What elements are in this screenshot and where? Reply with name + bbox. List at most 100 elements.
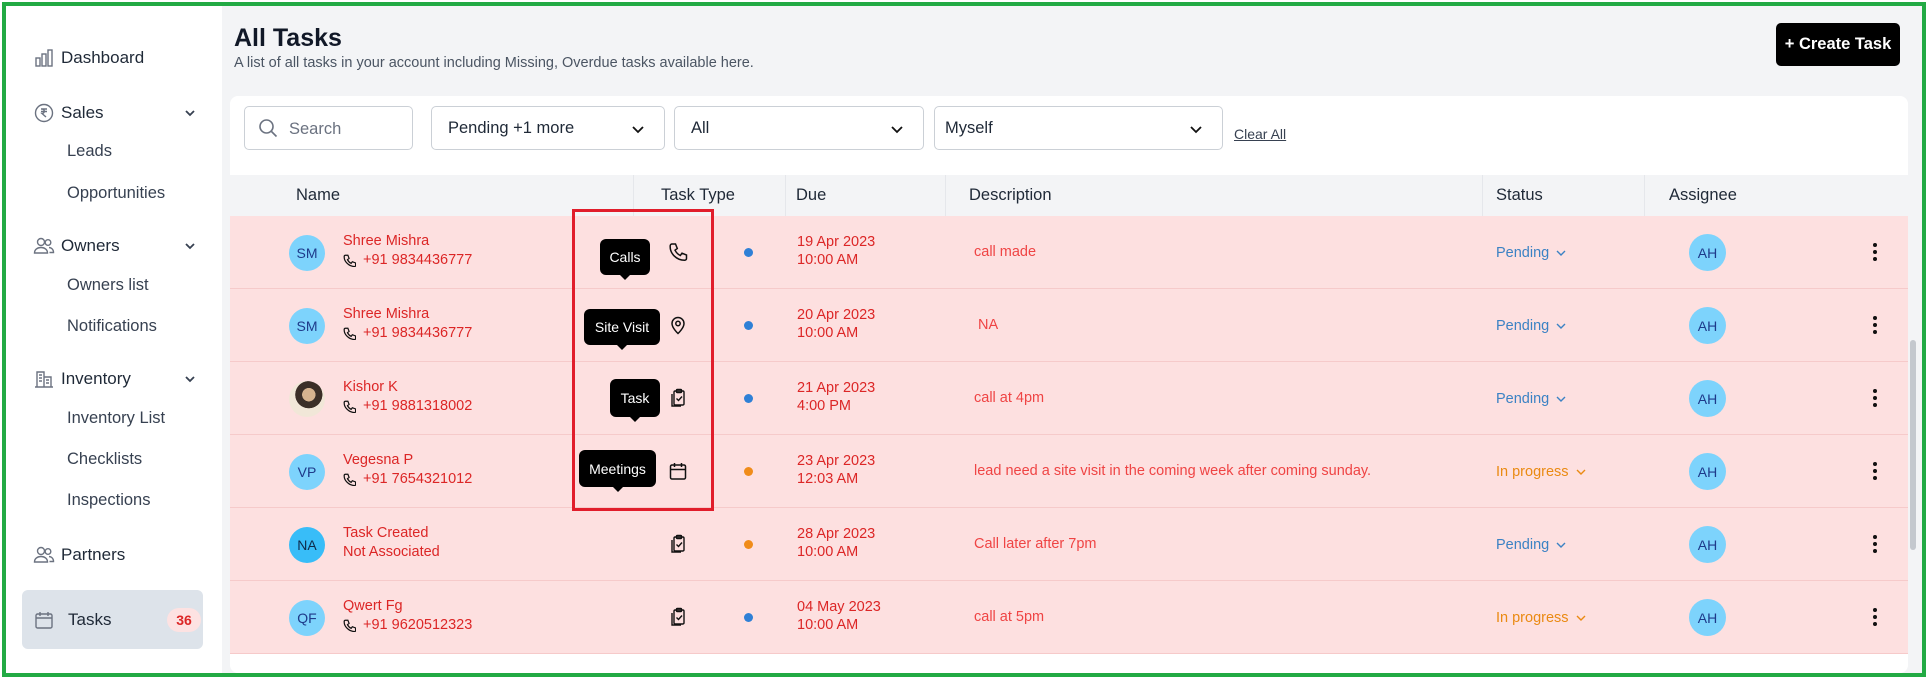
status-label: In progress xyxy=(1496,610,1569,626)
status-label: Pending xyxy=(1496,391,1550,407)
clipboard-icon[interactable] xyxy=(666,605,690,629)
status-dropdown[interactable]: Pending xyxy=(1496,537,1567,553)
due-time: 10:00 AM xyxy=(797,325,859,341)
table-row[interactable]: NA Task Created Not Associated 28 Apr 20… xyxy=(230,508,1908,581)
more-options-icon[interactable] xyxy=(1870,386,1880,410)
lead-name[interactable]: Qwert Fg xyxy=(343,598,403,614)
main-content: All Tasks A list of all tasks in your ac… xyxy=(222,6,1922,673)
sidebar-item-inspections[interactable]: Inspections xyxy=(67,491,150,510)
table-row[interactable]: SM Shree Mishra +91 9834436777 19 Apr 20… xyxy=(230,216,1908,289)
phone-number: +91 9881318002 xyxy=(363,398,473,414)
column-header-status[interactable]: Status xyxy=(1496,186,1543,205)
more-options-icon[interactable] xyxy=(1870,532,1880,556)
lead-name[interactable]: Shree Mishra xyxy=(343,233,429,249)
phone-number: Not Associated xyxy=(343,544,440,560)
chevron-down-icon xyxy=(182,105,198,121)
avatar: SM xyxy=(289,308,325,344)
more-options-icon[interactable] xyxy=(1870,459,1880,483)
vertical-scrollbar[interactable] xyxy=(1910,340,1916,550)
phone-number: +91 7654321012 xyxy=(363,471,473,487)
lead-phone: +91 9620512323 xyxy=(343,617,472,633)
status-dropdown[interactable]: In progress xyxy=(1496,610,1587,626)
column-header-description[interactable]: Description xyxy=(969,186,1052,205)
phone-icon xyxy=(343,400,356,413)
column-header-task-type[interactable]: Task Type xyxy=(661,186,735,205)
chevron-down-icon xyxy=(630,121,646,142)
avatar: QF xyxy=(289,600,325,636)
search-icon xyxy=(258,118,278,143)
calendar-icon xyxy=(32,608,56,632)
assignee-avatar[interactable]: AH xyxy=(1689,526,1726,563)
sidebar-item-sales[interactable]: Sales xyxy=(6,101,222,125)
sidebar-item-dashboard[interactable]: Dashboard xyxy=(6,46,222,70)
search-input[interactable] xyxy=(289,117,404,141)
sidebar-item-inventory-list[interactable]: Inventory List xyxy=(67,409,165,428)
table-row[interactable]: SM Shree Mishra +91 9834436777 20 Apr 20… xyxy=(230,289,1908,362)
lead-name[interactable]: Vegesna P xyxy=(343,452,413,468)
assignee-avatar[interactable]: AH xyxy=(1689,234,1726,271)
table-row[interactable]: VP Vegesna P +91 7654321012 23 Apr 2023 … xyxy=(230,435,1908,508)
tasks-card: Pending +1 more All Myself Clear All Nam… xyxy=(230,96,1908,673)
owner-filter-select[interactable]: Myself xyxy=(934,106,1223,150)
more-options-icon[interactable] xyxy=(1870,313,1880,337)
lead-name[interactable]: Kishor K xyxy=(343,379,398,395)
priority-dot xyxy=(744,467,753,476)
due-date: 04 May 2023 xyxy=(797,599,881,615)
sidebar-item-tasks[interactable]: Tasks 36 xyxy=(22,590,203,649)
lead-name[interactable]: Task Created xyxy=(343,525,428,541)
search-box[interactable] xyxy=(244,106,413,150)
more-options-icon[interactable] xyxy=(1870,240,1880,264)
due-time: 10:00 AM xyxy=(797,252,859,268)
due-time: 4:00 PM xyxy=(797,398,851,414)
chevron-down-icon xyxy=(1188,121,1204,142)
phone-icon xyxy=(343,327,356,340)
due-time: 12:03 AM xyxy=(797,471,859,487)
table-row[interactable]: Kishor K +91 9881318002 21 Apr 2023 4:00… xyxy=(230,362,1908,435)
chevron-down-icon xyxy=(1556,323,1566,329)
status-label: Pending xyxy=(1496,245,1550,261)
assignee-avatar[interactable]: AH xyxy=(1689,307,1726,344)
table-row[interactable]: QF Qwert Fg +91 9620512323 04 May 2023 1… xyxy=(230,581,1908,654)
clipboard-icon[interactable] xyxy=(666,532,690,556)
priority-dot xyxy=(744,248,753,257)
priority-dot xyxy=(744,321,753,330)
task-description: Call later after 7pm xyxy=(974,536,1097,552)
status-dropdown[interactable]: Pending xyxy=(1496,245,1567,261)
chevron-down-icon xyxy=(182,238,198,254)
sidebar-item-owners[interactable]: Owners xyxy=(6,234,222,258)
sidebar-item-opportunities[interactable]: Opportunities xyxy=(67,184,165,203)
column-header-assignee[interactable]: Assignee xyxy=(1669,186,1737,205)
priority-dot xyxy=(744,394,753,403)
lead-phone: +91 9834436777 xyxy=(343,325,472,341)
status-label: In progress xyxy=(1496,464,1569,480)
lead-phone: +91 7654321012 xyxy=(343,471,472,487)
status-dropdown[interactable]: Pending xyxy=(1496,318,1567,334)
clear-all-link[interactable]: Clear All xyxy=(1234,126,1286,142)
sidebar-item-label: Partners xyxy=(61,545,126,564)
column-header-due[interactable]: Due xyxy=(796,186,826,205)
sidebar-item-label: Tasks xyxy=(68,610,112,629)
chevron-down-icon xyxy=(1556,396,1566,402)
status-dropdown[interactable]: In progress xyxy=(1496,464,1587,480)
rupee-icon xyxy=(32,101,56,125)
due-date: 21 Apr 2023 xyxy=(797,380,876,396)
status-dropdown[interactable]: Pending xyxy=(1496,391,1567,407)
due-date: 23 Apr 2023 xyxy=(797,453,876,469)
sidebar-item-inventory[interactable]: Inventory xyxy=(6,367,222,391)
more-options-icon[interactable] xyxy=(1870,605,1880,629)
sidebar-item-leads[interactable]: Leads xyxy=(67,142,112,161)
sidebar-item-notifications[interactable]: Notifications xyxy=(67,317,157,336)
sidebar-item-partners[interactable]: Partners xyxy=(6,543,222,567)
status-filter-select[interactable]: Pending +1 more xyxy=(431,106,665,150)
owner-filter-value: Myself xyxy=(945,119,993,137)
assignee-avatar[interactable]: AH xyxy=(1689,380,1726,417)
lead-name[interactable]: Shree Mishra xyxy=(343,306,429,322)
column-header-name[interactable]: Name xyxy=(296,186,340,205)
sidebar-item-checklists[interactable]: Checklists xyxy=(67,450,142,469)
assignee-avatar[interactable]: AH xyxy=(1689,599,1726,636)
type-filter-select[interactable]: All xyxy=(674,106,924,150)
create-task-button[interactable]: + Create Task xyxy=(1776,23,1900,66)
chevron-down-icon xyxy=(889,121,905,142)
assignee-avatar[interactable]: AH xyxy=(1689,453,1726,490)
sidebar-item-owners-list[interactable]: Owners list xyxy=(67,276,149,295)
